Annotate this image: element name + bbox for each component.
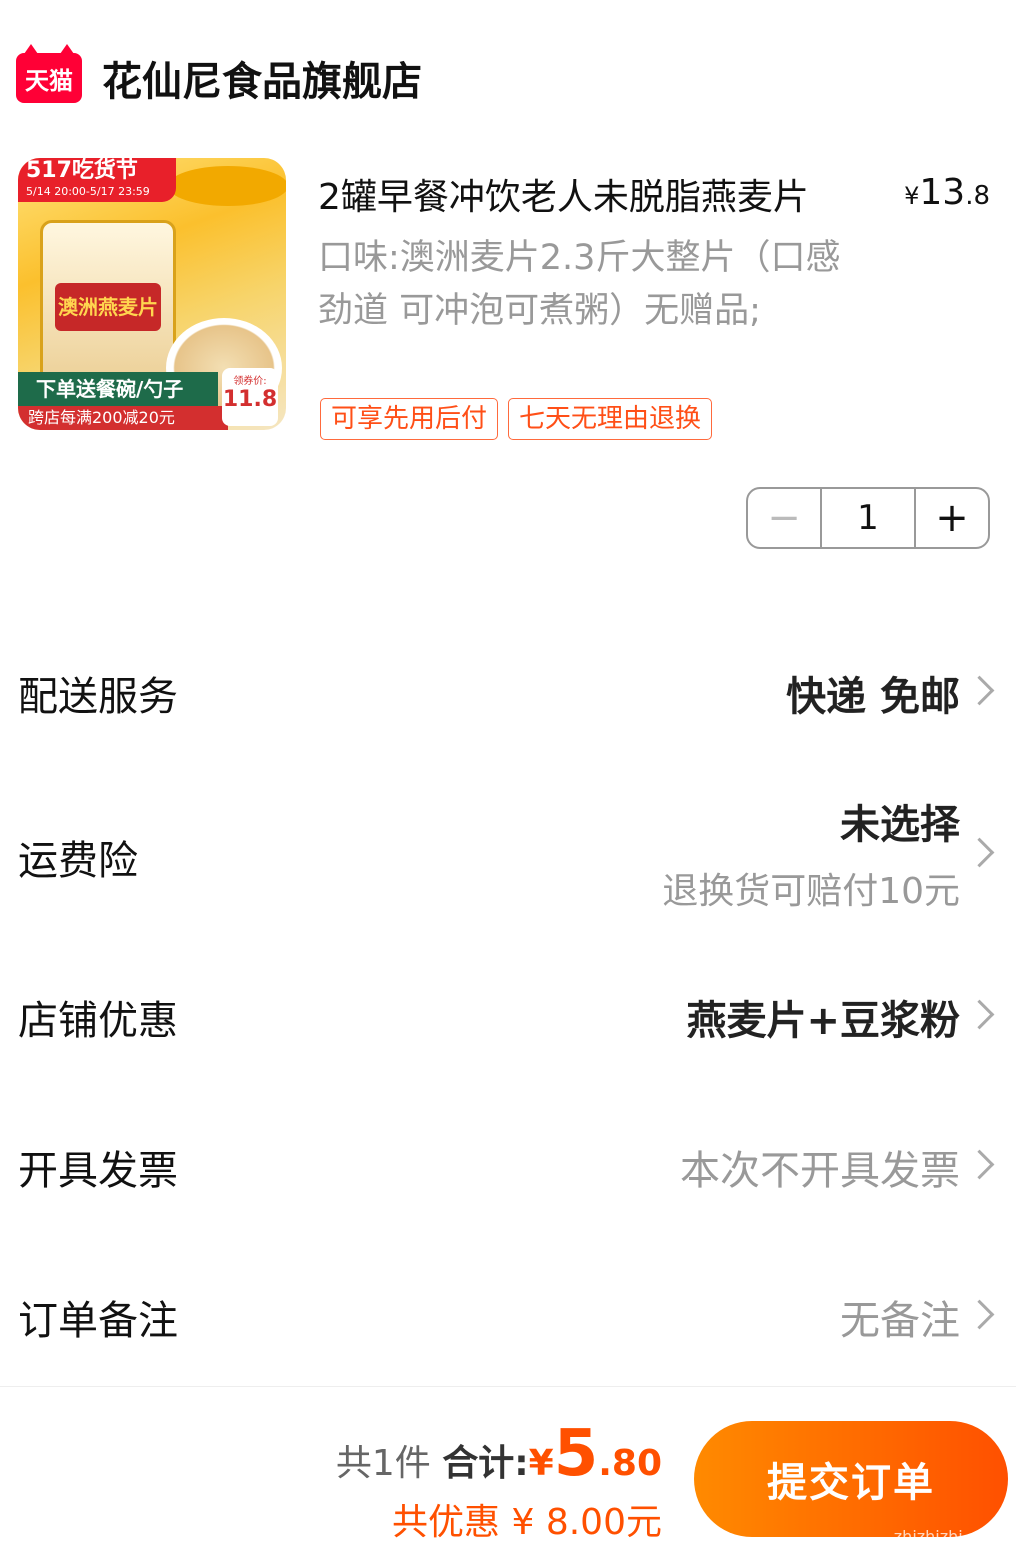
product-price: ¥13.8: [904, 172, 990, 213]
chevron-right-icon: [964, 1149, 995, 1180]
tag-free-return: 七天无理由退换: [508, 398, 713, 440]
promo-strip: 跨店每满200减20元: [18, 406, 228, 430]
delivery-label: 配送服务: [18, 674, 178, 720]
discount-label: 店铺优惠: [18, 998, 178, 1044]
note-value: 无备注: [840, 1298, 960, 1344]
increase-button[interactable]: +: [916, 489, 988, 547]
chevron-right-icon: [964, 837, 995, 868]
row-delivery[interactable]: 配送服务 快递 免邮: [0, 664, 1016, 720]
product-title[interactable]: 2罐早餐冲饮老人未脱脂燕麦片: [318, 168, 809, 220]
submit-order-button[interactable]: 提交订单: [694, 1421, 1008, 1537]
total-amount: 5: [553, 1417, 599, 1491]
service-tags: 可享先用后付 七天无理由退换: [320, 398, 722, 440]
quantity-input[interactable]: 1: [820, 489, 916, 547]
insurance-value: 未选择: [840, 802, 960, 848]
tmall-logo: 天猫: [16, 44, 82, 103]
saving-text: 共优惠 ¥ 8.00元: [392, 1502, 662, 1543]
jar-lid: [168, 166, 286, 206]
row-invoice[interactable]: 开具发票 本次不开具发票: [0, 1138, 1016, 1194]
quantity-stepper: − 1 +: [746, 487, 990, 549]
product-spec[interactable]: 口味:澳洲麦片2.3斤大整片（口感劲道 可冲泡可煮粥）无赠品;: [318, 232, 858, 338]
chevron-right-icon: [964, 675, 995, 706]
watermark: zhizhizhi.com: [893, 1527, 1002, 1546]
delivery-value: 快递 免邮: [786, 674, 960, 720]
store-header[interactable]: 天猫 花仙尼食品旗舰店: [16, 44, 422, 107]
chevron-right-icon: [964, 999, 995, 1030]
chevron-right-icon: [964, 1299, 995, 1330]
row-note[interactable]: 订单备注 无备注: [0, 1288, 1016, 1344]
coupon-price-box: 领券价: 11.8: [222, 368, 278, 426]
invoice-value: 本次不开具发票: [680, 1148, 960, 1194]
note-label: 订单备注: [18, 1298, 178, 1344]
promo-banner: 517吃货节 5/14 20:00-5/17 23:59: [18, 158, 176, 202]
order-summary: 共1件 合计:¥5.80 共优惠 ¥ 8.00元: [335, 1417, 662, 1543]
discount-value: 燕麦片+豆浆粉: [686, 998, 960, 1044]
checkout-bar: 共1件 合计:¥5.80 共优惠 ¥ 8.00元 提交订单 zhizhizhi.…: [0, 1386, 1016, 1552]
product-image[interactable]: 517吃货节 5/14 20:00-5/17 23:59 澳洲燕麦片 下单送餐碗…: [18, 158, 286, 430]
decrease-button[interactable]: −: [748, 489, 820, 547]
tag-pay-later: 可享先用后付: [320, 398, 499, 440]
total-label: 合计:: [442, 1443, 529, 1484]
insurance-label: 运费险: [18, 838, 138, 884]
store-name[interactable]: 花仙尼食品旗舰店: [102, 49, 422, 107]
invoice-label: 开具发票: [18, 1148, 178, 1194]
item-count: 共1件: [335, 1443, 431, 1484]
insurance-sub: 退换货可赔付10元: [662, 871, 960, 912]
row-discount[interactable]: 店铺优惠 燕麦片+豆浆粉: [0, 988, 1016, 1044]
gift-strip: 下单送餐碗/勺子: [18, 372, 218, 406]
row-insurance[interactable]: 运费险 未选择 退换货可赔付10元: [0, 792, 1016, 912]
jar-label: 澳洲燕麦片: [55, 283, 161, 331]
